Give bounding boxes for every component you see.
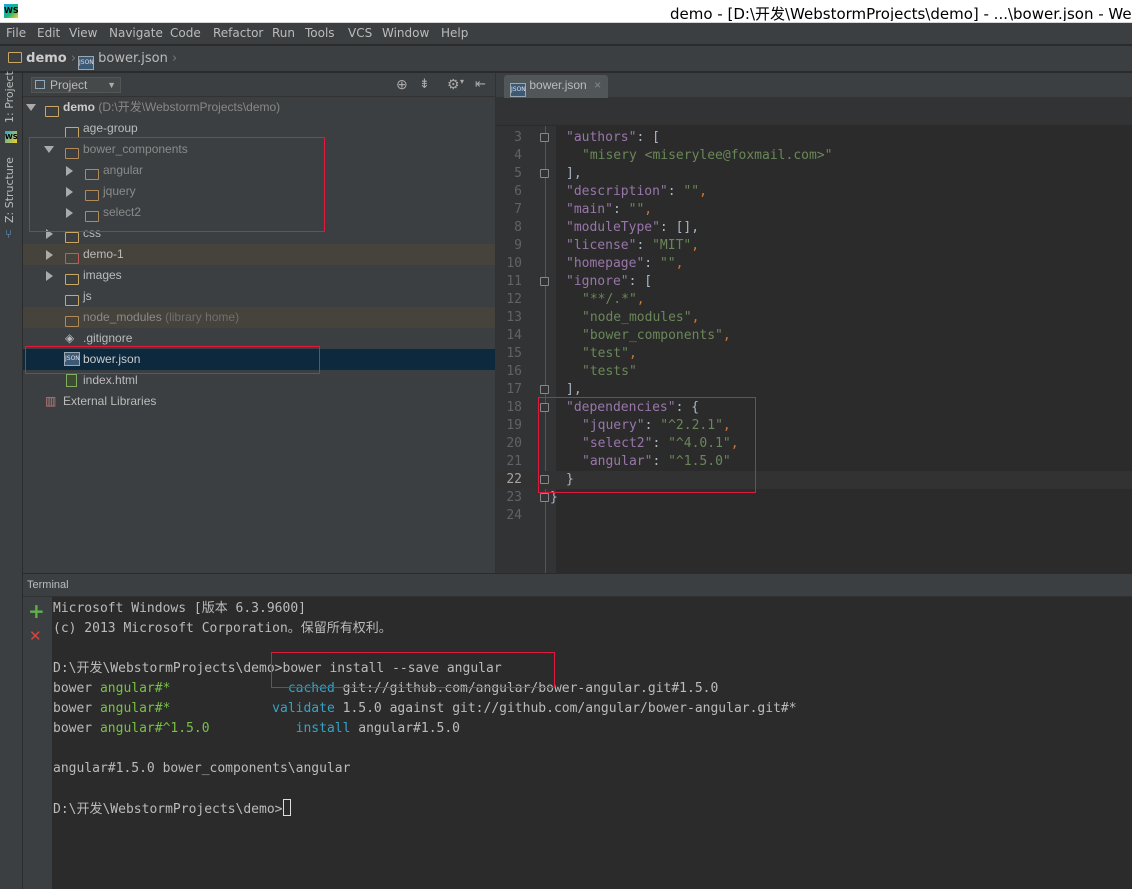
- menu-help[interactable]: Help: [441, 26, 468, 40]
- folder-icon: [65, 232, 79, 243]
- code-line[interactable]: 16 "tests": [496, 363, 1132, 381]
- code-line[interactable]: 9 "license": "MIT",: [496, 237, 1132, 255]
- collapse-all-icon[interactable]: ⇟: [419, 76, 430, 92]
- breadcrumb-bower-json[interactable]: JSON bower.json ›: [78, 51, 177, 70]
- menu-refactor[interactable]: Refactor: [213, 26, 263, 40]
- code-line[interactable]: 12 "**/.*",: [496, 291, 1132, 309]
- code-line[interactable]: 6 "description": "",: [496, 183, 1132, 201]
- code-line[interactable]: 5],: [496, 165, 1132, 183]
- tree-item-external-libraries[interactable]: ▥ External Libraries: [23, 391, 495, 412]
- tree-item-age-group[interactable]: age-group: [23, 118, 495, 139]
- fold-marker-icon[interactable]: [540, 277, 549, 286]
- structure-tool-tab[interactable]: Z: Structure: [3, 157, 16, 223]
- title-bar: WS demo - [D:\开发\WebstormProjects\demo] …: [0, 0, 1132, 23]
- terminal-title: Terminal: [27, 579, 69, 591]
- folder-icon: [65, 316, 79, 327]
- breadcrumb-demo[interactable]: demo ›: [8, 51, 76, 66]
- structure-icon: ⑂: [5, 227, 13, 241]
- menu-vcs[interactable]: VCS: [348, 26, 372, 40]
- highlight-box-bower-components: [29, 137, 325, 232]
- fold-marker-icon[interactable]: [540, 385, 549, 394]
- terminal-line: (c) 2013 Microsoft Corporation。保留所有权利。: [53, 621, 392, 636]
- tree-item-node-modules[interactable]: node_modules (library home): [23, 307, 495, 328]
- terminal-header: Terminal: [23, 574, 1132, 597]
- terminal-line: bower angular#* validate 1.5.0 against g…: [53, 701, 797, 716]
- gear-dropdown-icon[interactable]: ▾: [460, 77, 464, 86]
- expand-arrow-icon[interactable]: [26, 104, 36, 111]
- collapse-arrow-icon[interactable]: [46, 250, 53, 260]
- html-file-icon: [66, 374, 77, 387]
- left-tool-window-strip: 1: Project WS Z: Structure ⑂: [0, 71, 23, 889]
- code-line[interactable]: 4 "misery <miserylee@foxmail.com>": [496, 147, 1132, 165]
- fold-marker-icon[interactable]: [540, 169, 549, 178]
- code-line[interactable]: 11 "ignore": [: [496, 273, 1132, 291]
- project-tool-tab[interactable]: 1: Project: [3, 71, 16, 123]
- menu-navigate[interactable]: Navigate: [109, 26, 163, 40]
- editor-breadcrumb-bar: [496, 98, 1132, 125]
- menu-code[interactable]: Code: [170, 26, 201, 40]
- terminal-line: bower angular#^1.5.0 install angular#1.5…: [53, 721, 461, 736]
- fold-marker-icon[interactable]: [540, 493, 549, 502]
- menu-edit[interactable]: Edit: [37, 26, 60, 40]
- menu-view[interactable]: View: [69, 26, 97, 40]
- highlight-box-bower-json: [25, 346, 320, 374]
- terminal-line: angular#1.5.0 bower_components\angular: [53, 761, 351, 776]
- project-panel-header: Project ▼ ⊕ ⇟ ⚙ ▾ ⇤: [23, 73, 495, 97]
- code-line[interactable]: 7 "main": "",: [496, 201, 1132, 219]
- terminal-line: Microsoft Windows [版本 6.3.9600]: [53, 601, 306, 616]
- gear-icon[interactable]: ⚙: [447, 76, 460, 93]
- folder-icon: [8, 52, 22, 63]
- code-line[interactable]: 24: [496, 507, 1132, 525]
- close-tab-icon[interactable]: ×: [594, 78, 601, 92]
- highlight-box-install-command: [271, 652, 555, 688]
- highlight-box-dependencies: [538, 397, 756, 493]
- new-session-icon[interactable]: +: [28, 599, 45, 623]
- navigation-bar: demo › JSON bower.json ›: [0, 46, 1132, 72]
- terminal-prompt[interactable]: D:\开发\WebstormProjects\demo>: [53, 799, 291, 819]
- library-icon: ▥: [45, 394, 57, 408]
- window-title: demo - [D:\开发\WebstormProjects\demo] - .…: [670, 5, 1132, 21]
- folder-icon: [65, 274, 79, 285]
- hide-panel-icon[interactable]: ⇤: [475, 76, 486, 92]
- fold-marker-icon[interactable]: [540, 133, 549, 142]
- menu-file[interactable]: File: [6, 26, 26, 40]
- folder-icon: [45, 106, 59, 117]
- close-session-icon[interactable]: ✕: [29, 627, 42, 645]
- project-view-dropdown[interactable]: Project ▼: [31, 77, 121, 93]
- tree-item-js[interactable]: js: [23, 286, 495, 307]
- scroll-from-source-icon[interactable]: ⊕: [396, 76, 408, 93]
- collapse-arrow-icon[interactable]: [46, 271, 53, 281]
- code-line[interactable]: 10 "homepage": "",: [496, 255, 1132, 273]
- project-view-icon: [35, 80, 45, 89]
- tree-item-demo[interactable]: demo (D:\开发\WebstormProjects\demo): [23, 97, 495, 118]
- json-file-icon: JSON: [78, 56, 94, 70]
- code-line[interactable]: 3 "authors": [: [496, 129, 1132, 147]
- menu-tools[interactable]: Tools: [305, 26, 335, 40]
- folder-icon: [65, 295, 79, 306]
- menu-window[interactable]: Window: [382, 26, 429, 40]
- code-line[interactable]: 14 "bower_components",: [496, 327, 1132, 345]
- code-line[interactable]: 15 "test",: [496, 345, 1132, 363]
- code-line[interactable]: 8 "moduleType": [],: [496, 219, 1132, 237]
- tree-item-images[interactable]: images: [23, 265, 495, 286]
- json-file-icon: JSON: [510, 83, 526, 97]
- menu-run[interactable]: Run: [272, 26, 295, 40]
- editor-tab-bower-json[interactable]: JSON bower.json ×: [504, 75, 608, 98]
- terminal-toolbar: + ✕: [23, 597, 52, 889]
- menu-bar: File Edit View Navigate Code Refactor Ru…: [0, 23, 1132, 45]
- text-cursor: [282, 799, 291, 816]
- webstorm-logo-icon: WS: [4, 4, 19, 18]
- chevron-down-icon: ▼: [107, 80, 116, 90]
- code-line[interactable]: 13 "node_modules",: [496, 309, 1132, 327]
- tree-item-demo-1[interactable]: demo-1: [23, 244, 495, 265]
- editor-tab-bar: JSON bower.json ×: [496, 73, 1132, 98]
- webstorm-small-icon: WS: [5, 131, 18, 143]
- folder-icon: [65, 253, 79, 264]
